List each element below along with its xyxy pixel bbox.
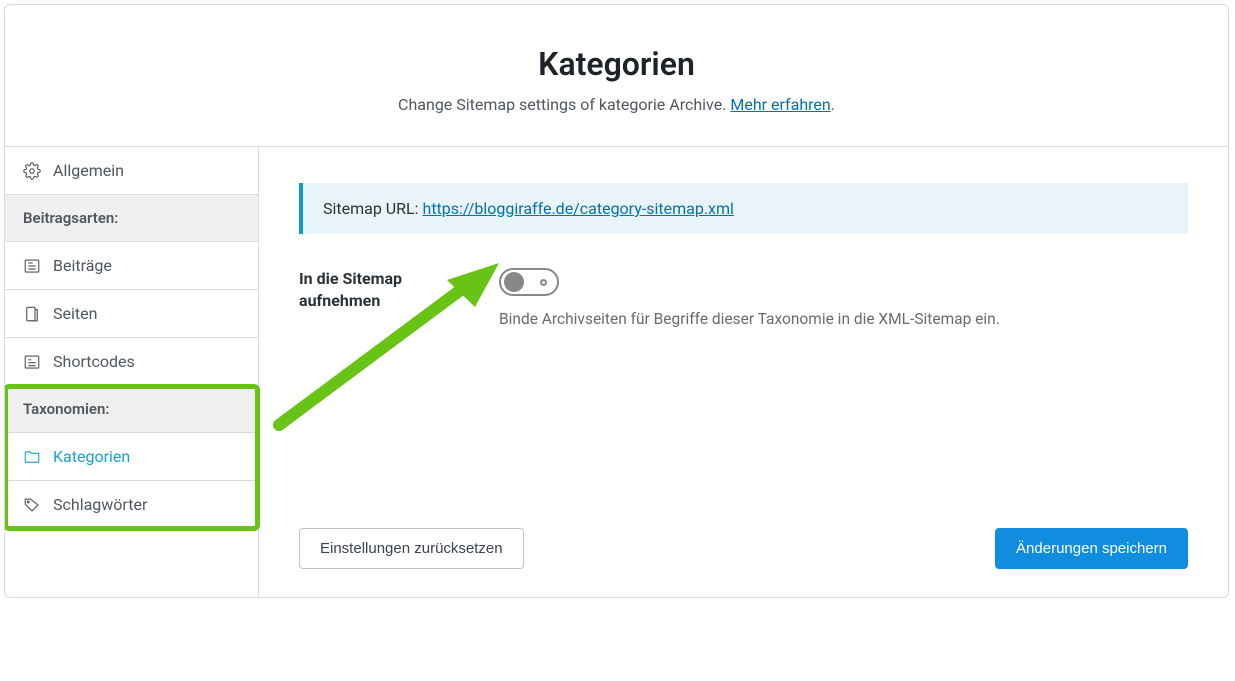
page-title: Kategorien	[25, 45, 1208, 83]
newspaper-icon	[23, 257, 41, 275]
sidebar-item-general[interactable]: Allgemein	[5, 147, 258, 195]
sidebar-item-label: Allgemein	[53, 161, 124, 180]
tag-icon	[23, 496, 41, 514]
sidebar-item-shortcodes[interactable]: Shortcodes	[5, 338, 258, 386]
setting-include-in-sitemap: In die Sitemap aufnehmen Binde Archivsei…	[299, 268, 1188, 328]
sidebar-item-posts[interactable]: Beiträge	[5, 242, 258, 290]
page-subtitle: Change Sitemap settings of kategorie Arc…	[25, 95, 1208, 114]
sidebar-group-taxonomies: Taxonomien: Kategorien Schlagwörter	[5, 386, 258, 529]
learn-more-link[interactable]: Mehr erfahren	[730, 95, 830, 114]
sidebar-item-categories[interactable]: Kategorien	[5, 433, 258, 481]
sitemap-url-label: Sitemap URL:	[323, 199, 423, 218]
page-icon	[23, 305, 41, 323]
include-in-sitemap-toggle[interactable]	[499, 268, 559, 296]
toggle-off-indicator	[540, 279, 547, 286]
settings-footer: Einstellungen zurücksetzen Änderungen sp…	[299, 528, 1188, 569]
reset-button[interactable]: Einstellungen zurücksetzen	[299, 528, 524, 569]
sidebar-section-taxonomies: Taxonomien:	[5, 386, 258, 433]
sitemap-url-link[interactable]: https://bloggiraffe.de/category-sitemap.…	[423, 199, 734, 218]
sidebar-item-pages[interactable]: Seiten	[5, 290, 258, 338]
settings-panel: Kategorien Change Sitemap settings of ka…	[4, 4, 1229, 598]
sidebar-item-tags[interactable]: Schlagwörter	[5, 481, 258, 529]
setting-description: Binde Archivseiten für Begriffe dieser T…	[499, 310, 1188, 328]
sidebar-item-label: Kategorien	[53, 447, 130, 466]
save-button[interactable]: Änderungen speichern	[995, 528, 1188, 569]
sidebar-item-label: Shortcodes	[53, 352, 135, 371]
setting-label: In die Sitemap aufnehmen	[299, 268, 499, 328]
settings-content: Sitemap URL: https://bloggiraffe.de/cate…	[259, 147, 1228, 597]
folder-icon	[23, 448, 41, 466]
sidebar-item-label: Seiten	[53, 304, 97, 323]
gear-icon	[23, 162, 41, 180]
settings-sidebar: Allgemein Beitragsarten: Beiträge Seiten	[5, 147, 259, 597]
sidebar-item-label: Beiträge	[53, 256, 112, 275]
toggle-knob	[504, 272, 524, 292]
sidebar-section-post-types: Beitragsarten:	[5, 195, 258, 242]
shortcodes-icon	[23, 353, 41, 371]
panel-header: Kategorien Change Sitemap settings of ka…	[5, 5, 1228, 147]
sitemap-url-notice: Sitemap URL: https://bloggiraffe.de/cate…	[299, 183, 1188, 234]
sidebar-item-label: Schlagwörter	[53, 495, 147, 514]
